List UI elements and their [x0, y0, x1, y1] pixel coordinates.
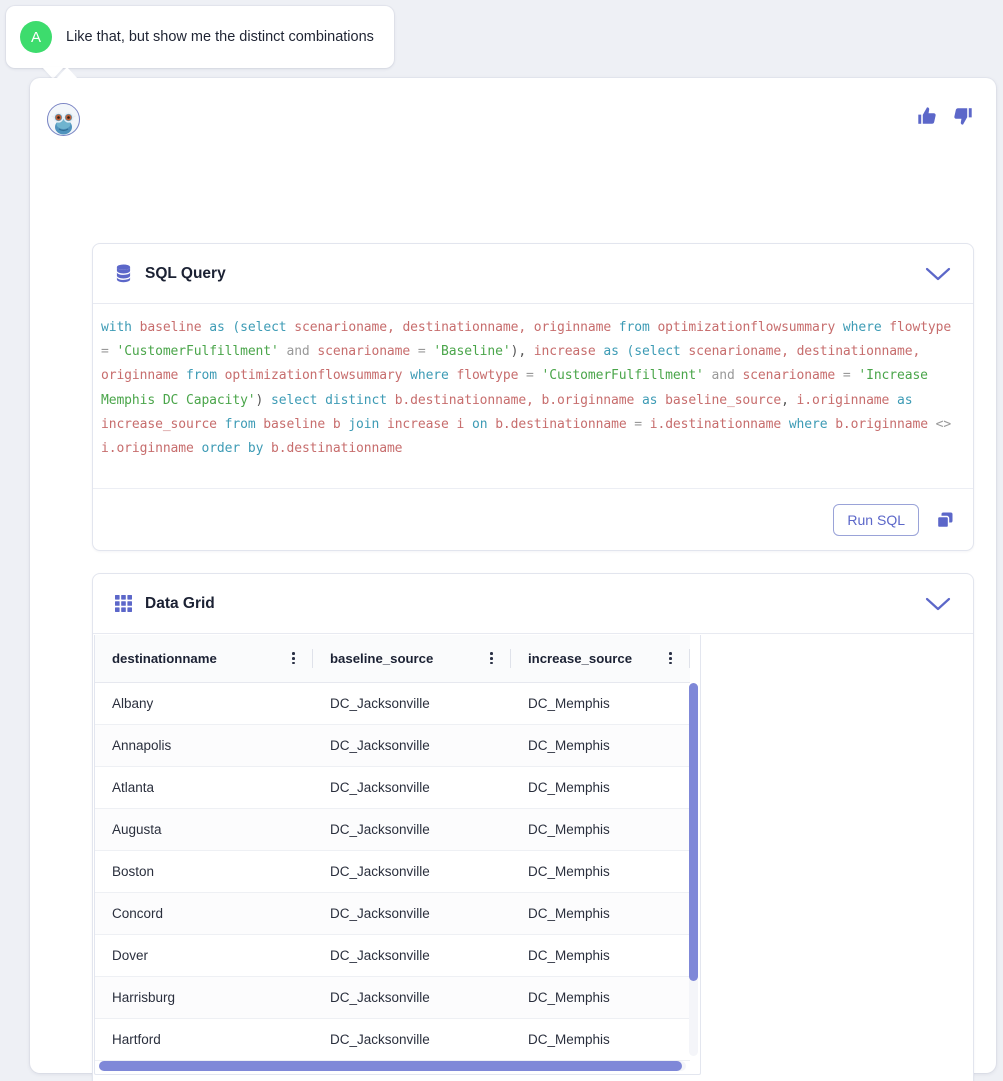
table-row[interactable]: Harrisburg DC_Jacksonville DC_Memphis	[95, 976, 690, 1019]
table-cell: Harrisburg	[95, 976, 313, 1019]
vertical-scrollbar-thumb[interactable]	[689, 683, 698, 981]
data-grid-viewport: destinationname baseline_source increase_s…	[94, 635, 701, 1075]
column-header-label: destinationname	[112, 650, 217, 666]
table-row[interactable]: Augusta DC_Jacksonville DC_Memphis	[95, 808, 690, 851]
table-cell: DC_Jacksonville	[313, 976, 511, 1019]
assistant-avatar	[47, 103, 80, 136]
table-body: Albany DC_Jacksonville DC_Memphis Annapolis…	[95, 682, 690, 1061]
table-cell: DC_Jacksonville	[313, 1018, 511, 1061]
table-cell: Dover	[95, 934, 313, 977]
table-cell: DC_Memphis	[511, 976, 690, 1019]
assistant-response-card: SQL Query with baseline as (select scena…	[30, 67, 996, 1081]
table-cell: Augusta	[95, 808, 313, 851]
table-cell: DC_Jacksonville	[313, 808, 511, 851]
table-cell: DC_Memphis	[511, 1018, 690, 1061]
chevron-down-icon[interactable]	[925, 266, 951, 282]
table-cell: DC_Memphis	[511, 850, 690, 893]
sql-panel-title: SQL Query	[145, 264, 226, 282]
column-header-label: baseline_source	[330, 650, 434, 666]
sql-panel-header[interactable]: SQL Query	[93, 244, 973, 304]
response-header	[30, 78, 996, 150]
table-cell: Albany	[95, 682, 313, 725]
table-cell: DC_Memphis	[511, 766, 690, 809]
chat-page: A Like that, but show me the distinct co…	[0, 0, 1003, 1081]
horizontal-scrollbar-thumb[interactable]	[99, 1061, 682, 1071]
data-grid-header[interactable]: Data Grid	[93, 574, 973, 634]
frog-avatar-icon	[48, 104, 79, 135]
table-row[interactable]: Annapolis DC_Jacksonville DC_Memphis	[95, 724, 690, 767]
sql-code-block[interactable]: with baseline as (select scenarioname, d…	[93, 304, 973, 469]
column-menu-icon[interactable]	[669, 652, 682, 665]
sql-query-panel: SQL Query with baseline as (select scena…	[92, 243, 974, 551]
sql-panel-footer: Run SQL	[93, 488, 973, 550]
table-row[interactable]: Hartford DC_Jacksonville DC_Memphis	[95, 1018, 690, 1061]
table-cell: Annapolis	[95, 724, 313, 767]
data-grid-panel: Data Grid destinationname baseline_source…	[92, 573, 974, 1081]
chevron-down-icon[interactable]	[925, 596, 951, 612]
table-cell: Hartford	[95, 1018, 313, 1061]
table-cell: DC_Jacksonville	[313, 850, 511, 893]
table-row[interactable]: Atlanta DC_Jacksonville DC_Memphis	[95, 766, 690, 809]
column-header-destinationname[interactable]: destinationname	[95, 635, 313, 683]
table-cell: Concord	[95, 892, 313, 935]
thumbs-up-icon[interactable]	[916, 105, 938, 127]
table-cell: DC_Memphis	[511, 808, 690, 851]
run-sql-button[interactable]: Run SQL	[833, 503, 919, 536]
database-icon	[116, 264, 131, 283]
table-cell: DC_Memphis	[511, 892, 690, 935]
table-cell: Atlanta	[95, 766, 313, 809]
table-cell: DC_Jacksonville	[313, 766, 511, 809]
column-header-baseline_source[interactable]: baseline_source	[313, 635, 511, 683]
table-cell: Boston	[95, 850, 313, 893]
copy-icon[interactable]	[935, 510, 955, 530]
grid-icon	[115, 595, 132, 612]
thumbs-down-icon[interactable]	[952, 105, 974, 127]
column-menu-icon[interactable]	[292, 652, 305, 665]
column-resize-handle[interactable]	[689, 649, 690, 668]
table-cell: DC_Memphis	[511, 724, 690, 767]
vertical-scrollbar-track[interactable]	[689, 683, 698, 1056]
table-cell: DC_Jacksonville	[313, 682, 511, 725]
table-cell: DC_Jacksonville	[313, 934, 511, 977]
table-row[interactable]: Boston DC_Jacksonville DC_Memphis	[95, 850, 690, 893]
user-avatar: A	[20, 21, 52, 53]
data-grid-title: Data Grid	[145, 594, 215, 612]
column-header-label: increase_source	[528, 650, 633, 666]
data-grid-table: destinationname baseline_source increase_s…	[95, 635, 690, 1061]
table-cell: DC_Memphis	[511, 682, 690, 725]
table-cell: DC_Jacksonville	[313, 724, 511, 767]
table-row[interactable]: Albany DC_Jacksonville DC_Memphis	[95, 682, 690, 725]
table-header-row: destinationname baseline_source increase_s…	[95, 635, 690, 683]
column-menu-icon[interactable]	[490, 652, 503, 665]
table-cell: DC_Jacksonville	[313, 892, 511, 935]
table-row[interactable]: Dover DC_Jacksonville DC_Memphis	[95, 934, 690, 977]
user-message-bubble: A Like that, but show me the distinct co…	[6, 6, 394, 79]
table-cell: DC_Memphis	[511, 934, 690, 977]
table-row[interactable]: Concord DC_Jacksonville DC_Memphis	[95, 892, 690, 935]
user-message-text: Like that, but show me the distinct comb…	[66, 28, 374, 45]
feedback-controls	[916, 105, 974, 127]
horizontal-scrollbar-track[interactable]	[99, 1061, 686, 1071]
column-header-increase_source[interactable]: increase_source	[511, 635, 690, 683]
